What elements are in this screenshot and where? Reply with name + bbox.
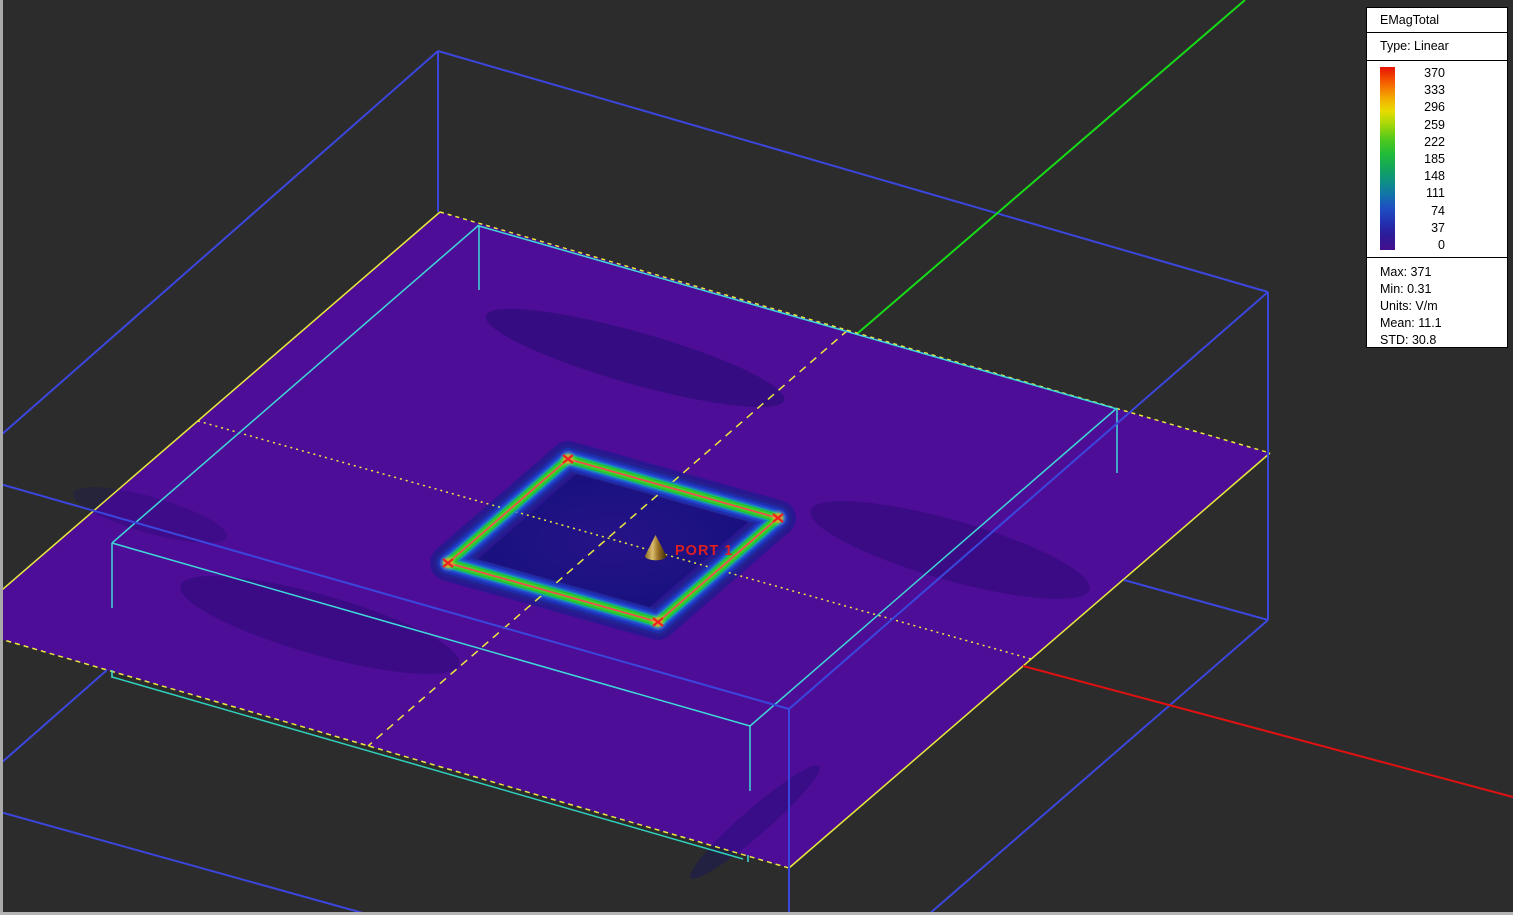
colorbar — [1380, 67, 1395, 250]
scale-tick-label: 296 — [1424, 100, 1445, 115]
legend-colorbar-section: 370 333 296 259 222 185 148 111 74 37 0 — [1367, 61, 1507, 258]
box-bottom-back-left-edge — [0, 669, 108, 765]
stat-line-max: Max: 371 — [1380, 265, 1432, 279]
3d-scene: PORT 1 — [0, 0, 1513, 915]
stat-line-mean: Mean: 11.1 — [1380, 316, 1442, 330]
stat-line-std: STD: 30.8 — [1380, 333, 1437, 347]
box-bottom-front-left-edge — [0, 811, 371, 915]
scale-tick-label: 185 — [1424, 151, 1445, 166]
legend-title: EMagTotal — [1367, 8, 1507, 33]
window-border-left — [0, 0, 3, 915]
3d-viewport[interactable]: PORT 1 EMagTotal Type: Linear 370 333 29… — [0, 0, 1513, 915]
scale-tick-label: 148 — [1424, 169, 1445, 184]
scale-tick-label: 0 — [1438, 237, 1445, 252]
x-axis — [1022, 665, 1513, 798]
scale-tick-label: 37 — [1431, 220, 1445, 235]
scale-tick-label: 111 — [1425, 186, 1445, 201]
scale-tick-label: 333 — [1424, 83, 1445, 98]
scale-tick-label: 222 — [1424, 134, 1445, 149]
legend-stats: Max: 371 Min: 0.31 Units: V/m Mean: 11.1… — [1367, 258, 1507, 349]
scale-tick-label: 259 — [1424, 117, 1445, 132]
legend-panel[interactable]: EMagTotal Type: Linear 370 333 296 259 2… — [1366, 7, 1508, 348]
stat-line-units: Units: V/m — [1380, 299, 1438, 313]
y-axis — [857, 0, 1246, 334]
legend-scale-type: Type: Linear — [1367, 33, 1507, 61]
stat-line-min: Min: 0.31 — [1380, 282, 1432, 296]
box-bottom-back-right-edge — [1123, 579, 1269, 621]
scale-tick-label: 74 — [1431, 203, 1445, 218]
colorbar-tick-labels: 370 333 296 259 222 185 148 111 74 37 0 — [1401, 65, 1445, 253]
scale-tick-label: 370 — [1424, 66, 1445, 80]
port-label: PORT 1 — [675, 543, 733, 559]
